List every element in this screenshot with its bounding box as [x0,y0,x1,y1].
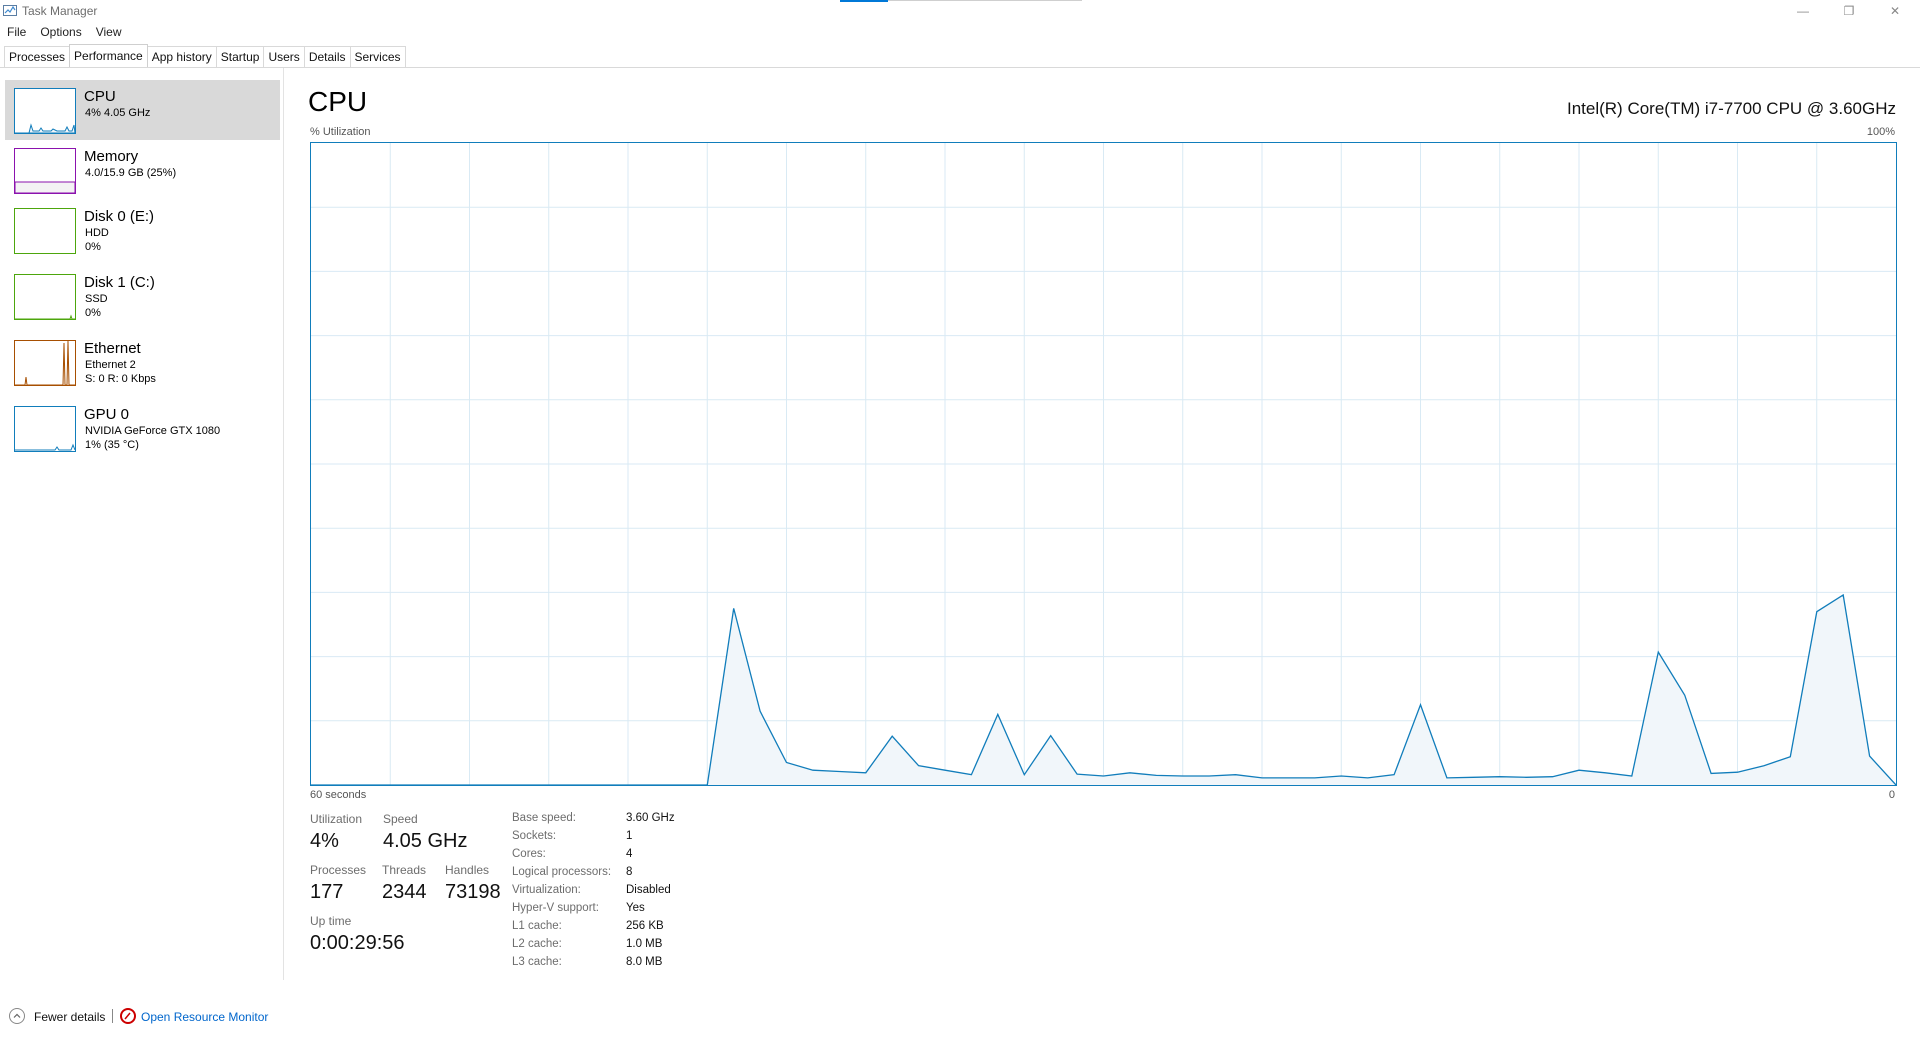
info-value: Yes [626,902,645,914]
sidebar-item-detail: 1% (35 °C) [85,439,139,451]
info-label: Logical processors: [512,866,612,878]
resource-monitor-icon[interactable] [120,1008,136,1024]
info-label: L1 cache: [512,920,562,932]
info-value: 1.0 MB [626,938,663,950]
info-label: Hyper-V support: [512,902,599,914]
sidebar-item-detail: 0% [85,307,101,319]
sidebar-item-adapter: Ethernet 2 [85,359,136,371]
sidebar-item-detail: 0% [85,241,101,253]
footer-bar: Fewer details Open Resource Monitor [0,1005,1920,1035]
cpu-model-name: Intel(R) Core(TM) i7-7700 CPU @ 3.60GHz [1566,99,1896,118]
fewer-details-chevron-up-icon[interactable] [9,1008,25,1024]
info-label: Base speed: [512,812,576,824]
tab-details[interactable]: Details [303,46,351,67]
sidebar-item-detail: S: 0 R: 0 Kbps [85,373,156,385]
sidebar-item-name: GPU 0 [84,406,130,423]
graph-x-left-label: 60 seconds [310,789,367,801]
sidebar-item-type: HDD [85,227,109,239]
info-label: L3 cache: [512,956,562,968]
minimize-button[interactable]: — [1780,0,1826,22]
cpu-thumbnail-graph [14,88,76,134]
title-divider-line [888,0,1082,1]
disk0-thumbnail-graph [14,208,76,254]
sidebar-item-type: SSD [85,293,108,305]
tab-users[interactable]: Users [263,46,305,67]
info-label: Virtualization: [512,884,581,896]
info-label: Sockets: [512,830,557,842]
menu-view[interactable]: View [89,22,129,42]
sidebar-item-disk1[interactable]: Disk 1 (C:) SSD 0% [5,266,280,326]
graph-x-right-label: 0 [1888,789,1895,801]
sidebar-item-memory[interactable]: Memory 4.0/15.9 GB (25%) [5,140,280,200]
sidebar-item-name: Memory [84,148,139,165]
info-value: 256 KB [626,920,664,932]
close-icon: ✕ [1889,4,1901,18]
cpu-utilization-graph [310,142,1897,786]
sidebar-item-model: NVIDIA GeForce GTX 1080 [85,425,221,437]
open-resource-monitor-link[interactable]: Open Resource Monitor [141,1010,268,1024]
sidebar-item-cpu[interactable]: CPU 4% 4.05 GHz [5,80,280,140]
footer-divider [112,1009,113,1023]
sidebar-item-gpu[interactable]: GPU 0 NVIDIA GeForce GTX 1080 1% (35 °C) [5,398,280,458]
tab-services[interactable]: Services [349,46,406,67]
tab-performance[interactable]: Performance [69,44,148,67]
uptime-value: 0:00:29:56 [310,932,405,954]
menu-bar: File Options View [0,22,1920,42]
processes-value: 177 [310,881,344,903]
page-title: CPU [308,86,368,117]
tab-app-history[interactable]: App history [146,46,217,67]
info-value: 8.0 MB [626,956,663,968]
info-value: 4 [626,848,633,860]
title-bar: Task Manager — ❐ ✕ [0,0,1920,22]
info-label: L2 cache: [512,938,562,950]
info-value: Disabled [626,884,671,896]
uptime-label: Up time [310,914,352,928]
graph-y-max-label: 100% [1866,126,1895,138]
task-manager-app-icon [3,5,17,16]
ethernet-thumbnail-graph [14,340,76,386]
fewer-details-button[interactable]: Fewer details [34,1010,105,1024]
speed-label: Speed [383,812,418,826]
tab-processes[interactable]: Processes [4,46,71,67]
restore-button[interactable]: ❐ [1826,0,1872,22]
tab-startup[interactable]: Startup [215,46,265,67]
handles-label: Handles [445,863,490,877]
sidebar-item-detail: 4.0/15.9 GB (25%) [85,167,177,179]
memory-thumbnail-graph [14,148,76,194]
threads-label: Threads [382,863,427,877]
menu-options[interactable]: Options [33,22,88,42]
menu-file[interactable]: File [0,22,33,42]
graph-y-label: % Utilization [310,126,371,138]
sidebar-item-detail: 4% 4.05 GHz [85,107,151,119]
sidebar-item-name: Disk 0 (E:) [84,208,155,225]
sidebar-item-name: Disk 1 (C:) [84,274,155,291]
info-value: 8 [626,866,633,878]
handles-value: 73198 [445,881,501,903]
close-button[interactable]: ✕ [1872,0,1918,22]
disk1-thumbnail-graph [14,274,76,320]
minimize-icon: — [1797,4,1809,18]
gpu-thumbnail-graph [14,406,76,452]
threads-value: 2344 [382,881,427,903]
utilization-label: Utilization [310,812,363,826]
info-label: Cores: [512,848,546,860]
info-value: 3.60 GHz [626,812,675,824]
sidebar-item-name: Ethernet [84,340,141,357]
info-value: 1 [626,830,633,842]
sidebar-item-name: CPU [84,88,116,105]
cpu-utilization-chart [311,143,1896,785]
sidebar-item-ethernet[interactable]: Ethernet Ethernet 2 S: 0 R: 0 Kbps [5,332,280,392]
sidebar-item-disk0[interactable]: Disk 0 (E:) HDD 0% [5,200,280,260]
window-title: Task Manager [22,4,98,18]
restore-icon: ❐ [1843,4,1855,18]
title-accent-line [840,0,888,2]
speed-value: 4.05 GHz [383,830,468,852]
resource-sidebar: CPU 4% 4.05 GHz Memory 4.0/15.9 GB (25%)… [0,68,284,980]
tab-bar: Processes Performance App history Startu… [0,44,1920,68]
utilization-value: 4% [310,830,339,852]
processes-label: Processes [310,863,367,877]
